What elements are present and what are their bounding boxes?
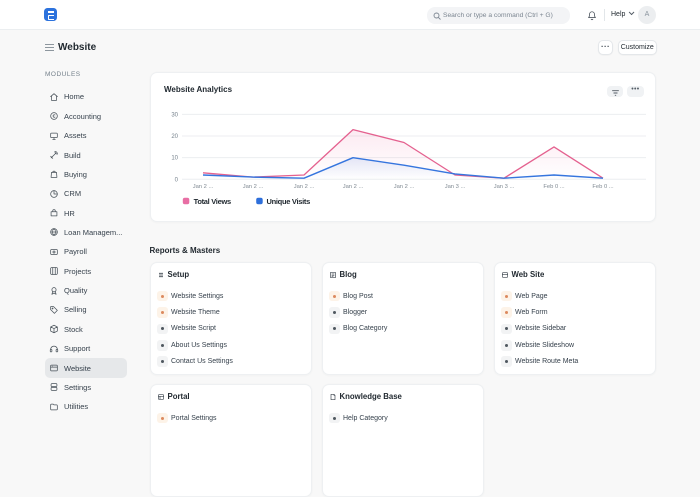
svg-text:20: 20: [171, 134, 178, 140]
svg-text:Feb 0 ...: Feb 0 ...: [543, 184, 565, 190]
svg-text:10: 10: [171, 156, 178, 162]
svg-text:Jan 2 ...: Jan 2 ...: [343, 184, 364, 190]
svg-text:30: 30: [171, 112, 178, 118]
svg-text:Jan 3 ...: Jan 3 ...: [445, 184, 466, 190]
svg-text:Jan 2 ...: Jan 2 ...: [394, 184, 415, 190]
svg-text:Feb 0 ...: Feb 0 ...: [592, 184, 614, 190]
svg-text:Total Views: Total Views: [194, 197, 231, 206]
svg-text:0: 0: [175, 177, 179, 183]
svg-text:Jan 2 ...: Jan 2 ...: [193, 184, 214, 190]
svg-text:Jan 2 ...: Jan 2 ...: [243, 184, 264, 190]
svg-text:Jan 3 ...: Jan 3 ...: [494, 184, 515, 190]
svg-text:Jan 2 ...: Jan 2 ...: [294, 184, 315, 190]
svg-text:Unique Visits: Unique Visits: [267, 197, 311, 206]
